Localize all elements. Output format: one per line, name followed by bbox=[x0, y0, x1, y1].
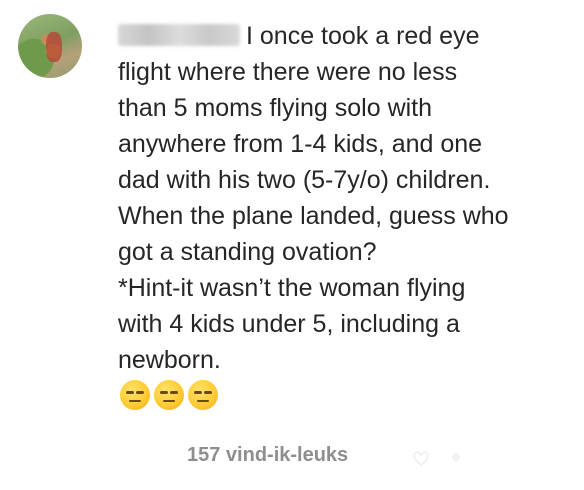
expressionless-face-emoji-icon bbox=[154, 380, 184, 410]
expressionless-face-emoji-icon bbox=[188, 380, 218, 410]
comment-body: I once took a red eye flight where there… bbox=[118, 18, 578, 378]
username-redacted[interactable] bbox=[118, 24, 240, 46]
avatar-figure bbox=[46, 32, 62, 62]
comment-text-9: with 4 kids under 5, including a bbox=[118, 310, 460, 338]
avatar[interactable] bbox=[18, 14, 82, 78]
expressionless-face-emoji-icon bbox=[120, 380, 150, 410]
comment-text-1: I once took a red eye bbox=[246, 22, 480, 50]
comment-text-5: dad with his two (5-7y/o) children. bbox=[118, 166, 491, 194]
comment-text-10: newborn. bbox=[118, 346, 221, 374]
comment-text-7: got a standing ovation? bbox=[118, 238, 377, 266]
comment-text-4: anywhere from 1-4 kids, and one bbox=[118, 130, 483, 158]
likes-count-link[interactable]: 157 vind-ik-leuks bbox=[187, 444, 348, 467]
faded-heart-icon bbox=[413, 451, 460, 466]
comment-text-2: flight where there were no less bbox=[118, 58, 458, 86]
comment-text-6: When the plane landed, guess who bbox=[118, 202, 509, 230]
comment-text-8: *Hint-it wasn’t the woman flying bbox=[118, 274, 466, 302]
comment-text-3: than 5 moms flying solo with bbox=[118, 94, 433, 122]
comment-line-1: I once took a red eye bbox=[118, 18, 578, 54]
emoji-row bbox=[120, 380, 218, 410]
